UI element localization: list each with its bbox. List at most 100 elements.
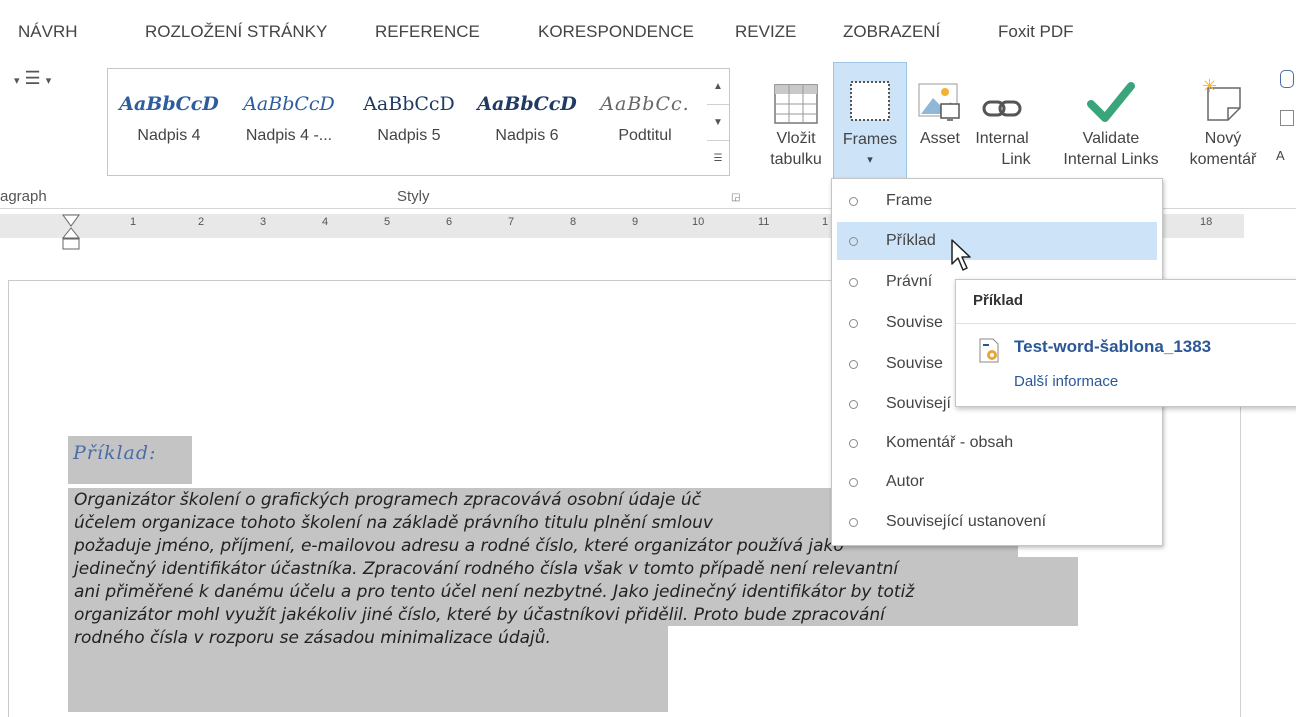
ruler-number: 8 [570, 216, 577, 228]
validate-internal-links-button[interactable]: Validate Internal Links [1050, 64, 1172, 182]
tab-zobrazeni[interactable]: ZOBRAZENÍ [843, 22, 940, 42]
style-nadpis-6[interactable]: AaBbCcD Nadpis 6 [468, 89, 586, 169]
bullet-icon [849, 278, 858, 287]
ruler-number: 1 [822, 216, 829, 228]
style-sample: AaBbCcD [363, 93, 455, 115]
style-nadpis-5[interactable]: AaBbCcD Nadpis 5 [350, 89, 468, 169]
more-info-link[interactable]: Další informace [1014, 373, 1118, 390]
mouse-cursor-icon [951, 239, 971, 271]
style-name: Nadpis 5 [377, 127, 441, 144]
tab-foxit-pdf[interactable]: Foxit PDF [998, 22, 1074, 42]
numbered-list-icon[interactable]: ☰ [25, 68, 41, 88]
button-label: komentář [1189, 151, 1257, 168]
globe-icon[interactable] [1280, 70, 1294, 88]
bullet-icon [849, 237, 858, 246]
document-text-line[interactable]: jedinečný identifikátor účastníka. Zprac… [74, 559, 898, 579]
menu-item-souvisejici-ustanoveni[interactable]: Související ustanovení [832, 503, 1162, 541]
ruler-number: 2 [198, 216, 205, 228]
ruler-number: 6 [446, 216, 453, 228]
document-text-line[interactable]: Organizátor školení o grafických program… [74, 490, 701, 510]
tab-navrh[interactable]: NÁVRH [18, 22, 78, 42]
ruler-number: 18 [1200, 216, 1213, 228]
ruler-number: 3 [260, 216, 267, 228]
template-link[interactable]: Test-word-šablona_1383 [1014, 337, 1211, 357]
internal-link-button[interactable]: Internal Link [972, 64, 1032, 182]
chevron-down-icon[interactable]: ▾ [14, 75, 20, 87]
paragraph-list-controls[interactable]: ▾ ☰ ▾ [14, 68, 51, 89]
style-sample: AaBbCcD [243, 93, 335, 115]
ruler-number: 5 [384, 216, 391, 228]
new-comment-button[interactable]: ✳ Nový komentář [1178, 64, 1268, 182]
menu-item-autor[interactable]: Autor [832, 463, 1162, 501]
style-name: Podtitul [618, 127, 672, 144]
button-label: Internal Links [1063, 151, 1159, 168]
tab-reference[interactable]: REFERENCE [375, 22, 480, 42]
menu-item-frame[interactable]: Frame [832, 182, 1162, 220]
document-text-line[interactable]: rodného čísla v rozporu se zásadou minim… [74, 628, 551, 648]
bullet-icon [849, 439, 858, 448]
button-label: Asset [919, 130, 960, 147]
document-text-line[interactable]: účelem organizace tohoto školení na zákl… [74, 513, 713, 533]
document-text-line[interactable]: požaduje jméno, příjmení, e-mailovou adr… [74, 536, 844, 556]
style-name: Nadpis 4 -... [245, 127, 333, 144]
chevron-down-icon: ▾ [867, 154, 873, 166]
chevron-down-icon[interactable]: ▾ [46, 75, 52, 87]
checkmark-icon [1050, 70, 1172, 124]
bullet-icon [849, 197, 858, 206]
menu-item-priklad[interactable]: Příklad [837, 222, 1157, 260]
ribbon-tabs: NÁVRH ROZLOŽENÍ STRÁNKY REFERENCE KORESP… [0, 0, 1296, 58]
button-label: Frames [842, 131, 898, 148]
new-comment-icon: ✳ [1178, 70, 1268, 124]
ruler-number: 9 [632, 216, 639, 228]
bullet-icon [849, 478, 858, 487]
dialog-launcher-icon[interactable]: ◲ [731, 192, 740, 203]
menu-item-label: Souvise [886, 314, 943, 331]
ruler-number: 10 [692, 216, 705, 228]
menu-item-label: Souvise [886, 355, 943, 372]
group-label-paragraph: agraph [0, 188, 47, 205]
style-name: Nadpis 4 [137, 127, 201, 144]
styles-gallery-scroll: ▲ ▼ ☰ [707, 68, 730, 176]
document-icon[interactable] [1280, 110, 1294, 126]
button-label: Link [1001, 151, 1031, 168]
ruler-number: 4 [322, 216, 329, 228]
document-text-line[interactable]: organizátor mohl využít jakékoliv jiné č… [74, 605, 885, 625]
table-icon [762, 70, 830, 124]
menu-item-label: Komentář - obsah [886, 434, 1014, 451]
style-nadpis-4-variant[interactable]: AaBbCcD Nadpis 4 -... [230, 89, 348, 169]
menu-item-label: Související ustanovení [886, 513, 1047, 530]
frame-icon [834, 69, 906, 123]
insert-table-button[interactable]: Vložit tabulku [762, 64, 830, 182]
menu-item-label: Příklad [886, 232, 936, 249]
frames-button[interactable]: Frames ▾ [833, 62, 907, 182]
ruler-number: 7 [508, 216, 515, 228]
document-text-line[interactable]: ani přiměřené k danému účelu a pro tento… [74, 582, 914, 602]
asset-icon [910, 70, 970, 124]
bullet-icon [849, 518, 858, 527]
item-tooltip: Příklad Test-word-šablona_1383 Další inf… [955, 279, 1296, 407]
style-podtitul[interactable]: AaBbCc. Podtitul [586, 89, 704, 169]
ruler-number: 11 [758, 216, 770, 228]
tab-korespondence[interactable]: KORESPONDENCE [538, 22, 694, 42]
scroll-up-icon[interactable]: ▲ [707, 69, 729, 105]
document-heading[interactable]: Příklad: [73, 442, 156, 464]
gallery-more-icon[interactable]: ☰ [707, 141, 729, 176]
group-label-styles: Styly [397, 188, 430, 205]
indent-marker-icon[interactable] [60, 214, 82, 252]
menu-item-komentar-obsah[interactable]: Komentář - obsah [832, 424, 1162, 462]
tab-revize[interactable]: REVIZE [735, 22, 796, 42]
tab-rozlozeni-stranky[interactable]: ROZLOŽENÍ STRÁNKY [145, 22, 327, 42]
cut-off-label: A [1276, 148, 1285, 163]
button-label: Nový [1204, 130, 1242, 147]
asset-button[interactable]: Asset [910, 64, 970, 182]
style-name: Nadpis 6 [495, 127, 559, 144]
tooltip-title: Příklad [973, 292, 1024, 309]
page-left-edge [0, 280, 9, 717]
scroll-down-icon[interactable]: ▼ [707, 105, 729, 141]
menu-item-label: Frame [886, 192, 933, 209]
style-nadpis-4[interactable]: AaBbCcD Nadpis 4 [110, 89, 228, 169]
bullet-icon [849, 360, 858, 369]
bullet-icon [849, 400, 858, 409]
menu-item-label: Právní [886, 273, 933, 290]
style-sample: AaBbCcD [119, 93, 219, 115]
